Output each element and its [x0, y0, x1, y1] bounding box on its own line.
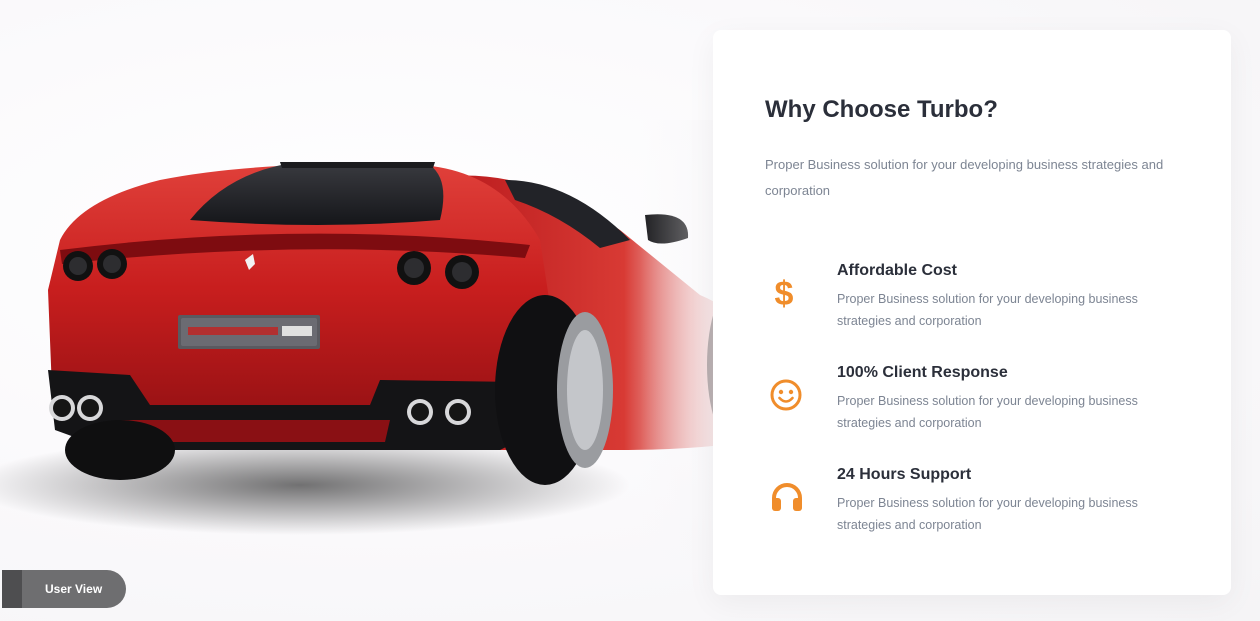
feature-client-response: 100% Client Response Proper Business sol…: [765, 362, 1179, 464]
dollar-icon: $: [765, 260, 837, 320]
feature-support: 24 Hours Support Proper Business solutio…: [765, 464, 1179, 566]
car-image: [0, 120, 780, 560]
feature-text: Proper Business solution for your develo…: [837, 394, 1138, 430]
user-view-label: User View: [45, 582, 103, 596]
section-title: Why Choose Turbo?: [765, 96, 998, 123]
feature-title: 24 Hours Support: [837, 466, 972, 483]
user-view-button[interactable]: User View: [2, 570, 126, 608]
feature-list: $ Affordable Cost Proper Business soluti…: [765, 260, 1179, 566]
svg-text:$: $: [775, 275, 794, 313]
smiley-icon: [765, 362, 837, 422]
hero-section: Why Choose Turbo? Proper Business soluti…: [0, 0, 1260, 621]
feature-affordable-cost: $ Affordable Cost Proper Business soluti…: [765, 260, 1179, 362]
headphones-icon: [765, 464, 837, 524]
section-description: Proper Business solution for your develo…: [765, 157, 1164, 198]
user-view-tab-edge: [2, 570, 22, 608]
why-choose-card: Why Choose Turbo? Proper Business soluti…: [713, 30, 1231, 595]
feature-text: Proper Business solution for your develo…: [837, 292, 1138, 328]
feature-text: Proper Business solution for your develo…: [837, 496, 1138, 532]
feature-title: Affordable Cost: [837, 262, 957, 279]
feature-title: 100% Client Response: [837, 364, 1008, 381]
